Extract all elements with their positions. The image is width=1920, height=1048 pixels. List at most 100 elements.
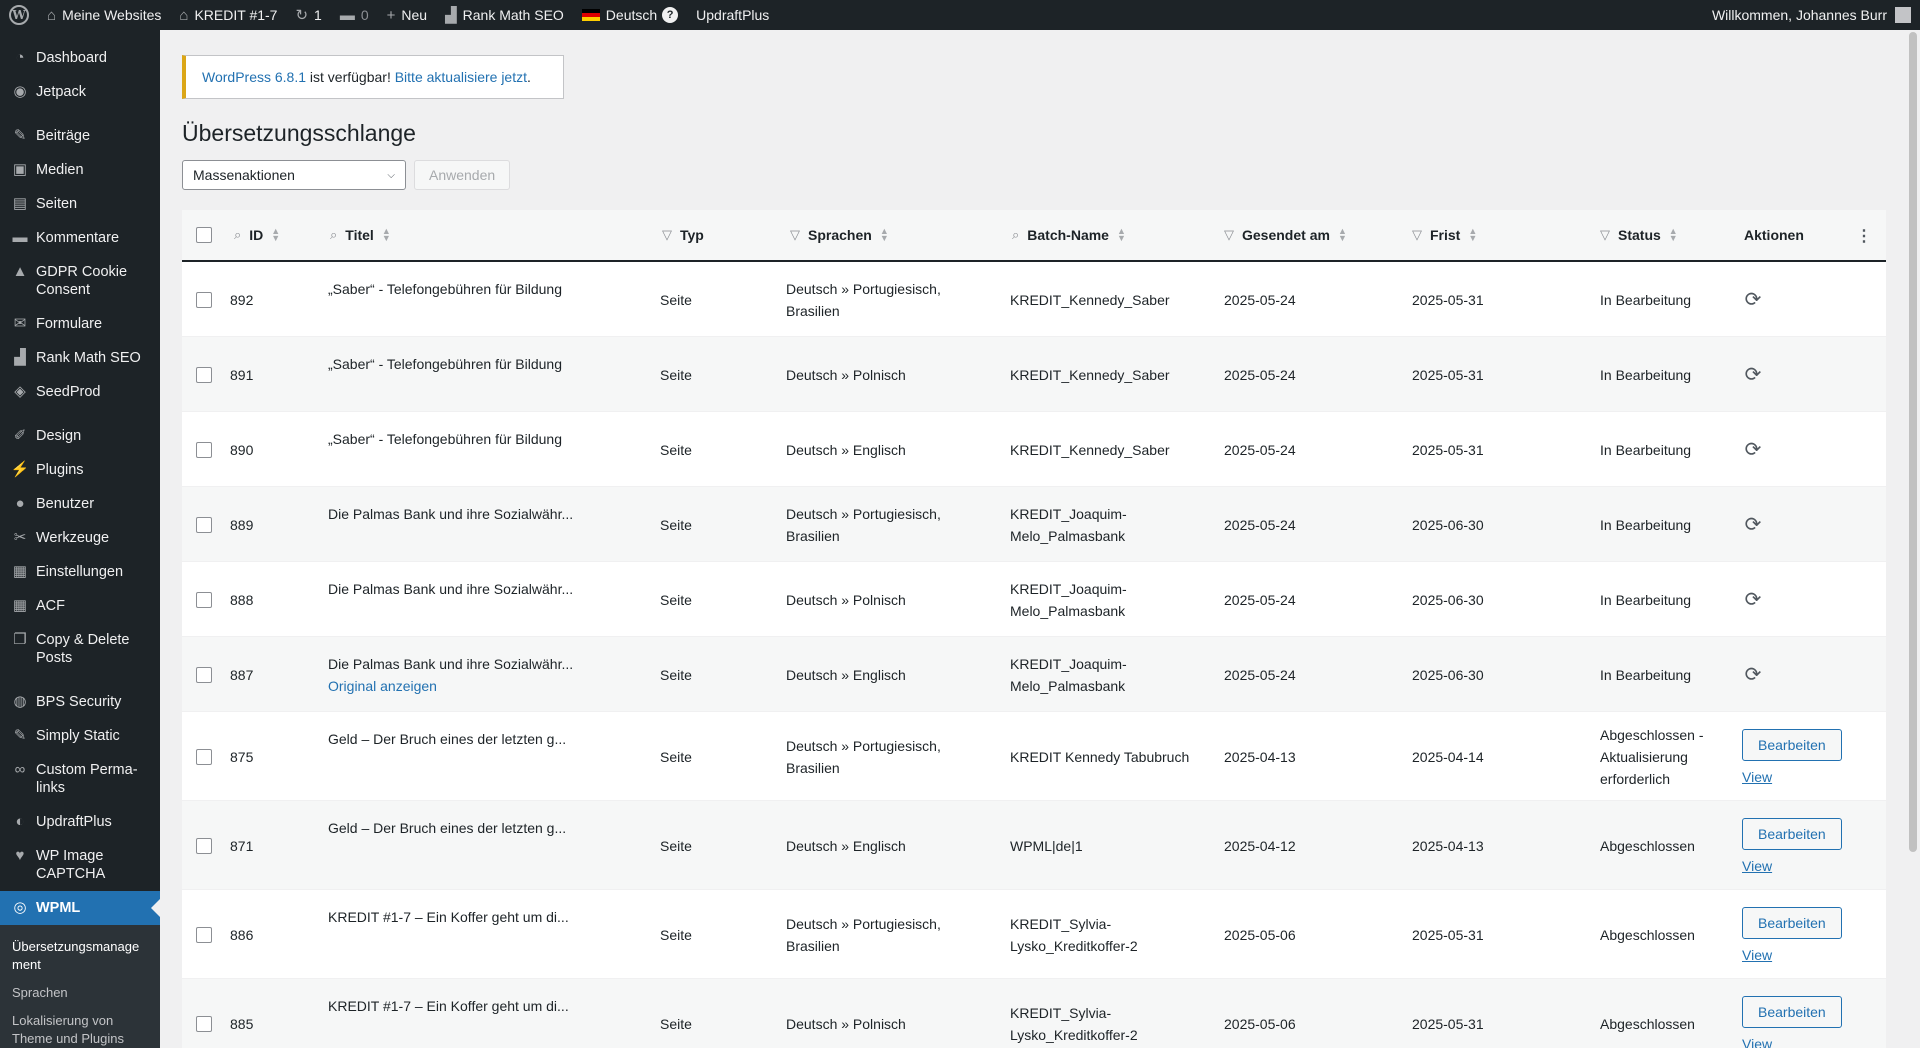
sidebar-item-plugins[interactable]: ⚡ Plugins bbox=[0, 453, 160, 487]
refresh-icon[interactable]: ⟳ bbox=[1742, 664, 1764, 686]
row-checkbox[interactable] bbox=[196, 979, 212, 1048]
view-link[interactable]: View bbox=[1742, 769, 1772, 785]
header-languages[interactable]: ▽ Sprachen ▲ ▼ bbox=[790, 227, 889, 244]
sidebar-item-kommentare[interactable]: ▬ Kommentare bbox=[0, 221, 160, 255]
rank-math-menu[interactable]: ▟ Rank Math SEO bbox=[436, 0, 573, 30]
row-checkbox[interactable] bbox=[196, 637, 212, 712]
sidebar-item-einstellungen[interactable]: ▦ Einstellungen bbox=[0, 555, 160, 589]
checkbox[interactable] bbox=[196, 666, 212, 683]
refresh-icon[interactable]: ⟳ bbox=[1742, 514, 1764, 536]
checkbox[interactable] bbox=[196, 516, 212, 533]
cell-actions: ⟳ bbox=[1742, 637, 1764, 712]
show-original-link[interactable]: Original anzeigen bbox=[328, 675, 437, 697]
view-link[interactable]: View bbox=[1742, 1036, 1772, 1048]
row-checkbox[interactable] bbox=[196, 562, 212, 637]
sidebar-item-acf[interactable]: ▦ ACF bbox=[0, 589, 160, 623]
my-sites-menu[interactable]: ⌂ Meine Websites bbox=[38, 0, 170, 30]
row-checkbox[interactable] bbox=[196, 487, 212, 562]
sidebar-item-werkzeuge[interactable]: ✂ Werkzeuge bbox=[0, 521, 160, 555]
view-link[interactable]: View bbox=[1742, 858, 1772, 874]
edit-button[interactable]: Bearbeiten bbox=[1742, 817, 1842, 850]
sidebar-item-bps-security[interactable]: ◍ BPS Security bbox=[0, 685, 160, 719]
header-type[interactable]: ▽ Typ bbox=[662, 227, 704, 243]
row-checkbox[interactable] bbox=[196, 712, 212, 801]
row-checkbox[interactable] bbox=[196, 890, 212, 979]
cell-type-text: Seite bbox=[660, 837, 692, 854]
sidebar-item-rank-math-seo[interactable]: ▟ Rank Math SEO bbox=[0, 341, 160, 375]
sidebar-item-copy-delete-posts[interactable]: ❐ Copy & Delete Posts bbox=[0, 623, 160, 675]
update-now-link[interactable]: Bitte aktualisiere jetzt bbox=[395, 69, 527, 85]
submenu-languages[interactable]: Sprachen bbox=[0, 979, 160, 1007]
refresh-icon[interactable]: ⟳ bbox=[1742, 289, 1764, 311]
updates-menu[interactable]: ↻ 1 bbox=[286, 0, 330, 30]
checkbox[interactable] bbox=[196, 926, 212, 943]
cell-status-text: In Bearbeitung bbox=[1600, 441, 1692, 458]
row-checkbox[interactable] bbox=[196, 412, 212, 487]
cell-languages: Deutsch » Portugiesisch, Brasilien bbox=[786, 262, 966, 337]
sidebar-item-dashboard[interactable]: ◔ Dashboard bbox=[0, 41, 160, 75]
sidebar-item-seiten[interactable]: ▤ Seiten bbox=[0, 187, 160, 221]
header-deadline[interactable]: ▽ Frist ▲ ▼ bbox=[1412, 227, 1477, 244]
cell-status-text: In Bearbeitung bbox=[1600, 366, 1692, 383]
wp-logo-menu[interactable]: W bbox=[0, 0, 38, 30]
sidebar-item-wp-image-captcha[interactable]: ♥ WP Image CAPTCHA bbox=[0, 839, 160, 891]
new-content-menu[interactable]: + Neu bbox=[378, 0, 436, 30]
header-status[interactable]: ▽ Status ▲ ▼ bbox=[1600, 227, 1678, 244]
refresh-icon[interactable]: ⟳ bbox=[1742, 439, 1764, 461]
checkbox[interactable] bbox=[196, 441, 212, 458]
site-name-menu[interactable]: ⌂ KREDIT #1-7 bbox=[170, 0, 286, 30]
sidebar-item-beiträge[interactable]: ✎ Beiträge bbox=[0, 119, 160, 153]
sidebar-item-gdpr-cookie-consent[interactable]: ▲ GDPR Cookie Consent bbox=[0, 255, 160, 307]
row-checkbox[interactable] bbox=[196, 801, 212, 890]
row-checkbox[interactable] bbox=[196, 262, 212, 337]
checkbox[interactable] bbox=[196, 366, 212, 383]
account-menu[interactable]: Willkommen, Johannes Burr bbox=[1703, 0, 1920, 30]
checkbox[interactable] bbox=[196, 291, 212, 308]
bulk-action-select[interactable]: Massenaktionen ⌵ bbox=[182, 160, 406, 190]
site-name-label: KREDIT #1-7 bbox=[194, 7, 278, 23]
checkbox[interactable] bbox=[196, 837, 212, 854]
updraftplus-menu[interactable]: UpdraftPlus bbox=[687, 0, 778, 30]
page-scrollbar[interactable] bbox=[1906, 30, 1920, 1048]
edit-button[interactable]: Bearbeiten bbox=[1742, 995, 1842, 1028]
apply-button[interactable]: Anwenden bbox=[414, 160, 511, 190]
welcome-label: Willkommen, Johannes Burr bbox=[1711, 7, 1887, 23]
checkbox[interactable] bbox=[196, 591, 212, 608]
refresh-icon[interactable]: ⟳ bbox=[1742, 364, 1764, 386]
cell-id: 890 bbox=[230, 412, 253, 487]
header-sent[interactable]: ▽ Gesendet am ▲ ▼ bbox=[1224, 227, 1347, 244]
sidebar-item-seedprod[interactable]: ◈ SeedProd bbox=[0, 375, 160, 409]
sidebar-item-custom-perma-links[interactable]: ∞ Custom Perma-links bbox=[0, 753, 160, 805]
submenu-translation-management[interactable]: Übersetzungsmanage ment bbox=[0, 933, 160, 979]
view-link[interactable]: View bbox=[1742, 947, 1772, 963]
settings-icon: ▦ bbox=[12, 563, 28, 580]
wordpress-version-link[interactable]: WordPress 6.8.1 bbox=[202, 69, 306, 85]
checkbox[interactable] bbox=[196, 748, 212, 765]
submenu-theme-plugin-localization[interactable]: Lokalisierung von Theme und Plugins bbox=[0, 1007, 160, 1048]
sidebar-item-formulare[interactable]: ✉ Formulare bbox=[0, 307, 160, 341]
cell-status-text: Abgeschlossen bbox=[1600, 926, 1695, 943]
sidebar-item-medien[interactable]: ▣ Medien bbox=[0, 153, 160, 187]
row-checkbox[interactable] bbox=[196, 337, 212, 412]
select-all-checkbox[interactable] bbox=[196, 227, 212, 243]
scrollbar-thumb[interactable] bbox=[1909, 32, 1917, 852]
sidebar-item-design[interactable]: ✐ Design bbox=[0, 419, 160, 453]
sidebar-item-simply-static[interactable]: ✎ Simply Static bbox=[0, 719, 160, 753]
header-batch[interactable]: ⌕ Batch-Name ▲ ▼ bbox=[1012, 227, 1126, 244]
sidebar-item-label: GDPR Cookie Consent bbox=[36, 264, 128, 298]
checkbox[interactable] bbox=[196, 1015, 212, 1032]
sidebar-item-benutzer[interactable]: ● Benutzer bbox=[0, 487, 160, 521]
language-switcher[interactable]: Deutsch? bbox=[573, 0, 687, 30]
sidebar-item-updraftplus[interactable]: ◐ UpdraftPlus bbox=[0, 805, 160, 839]
cell-sent: 2025-05-24 bbox=[1224, 637, 1296, 712]
edit-button[interactable]: Bearbeiten bbox=[1742, 728, 1842, 761]
help-icon[interactable]: ? bbox=[662, 7, 679, 23]
header-id[interactable]: ⌕ ID ▲ ▼ bbox=[234, 227, 280, 244]
column-options-icon[interactable]: ⋮ bbox=[1856, 226, 1872, 246]
sidebar-item-wpml[interactable]: ◎ WPML bbox=[0, 891, 160, 925]
edit-button[interactable]: Bearbeiten bbox=[1742, 906, 1842, 939]
header-title[interactable]: ⌕ Titel ▲ ▼ bbox=[330, 227, 391, 244]
refresh-icon[interactable]: ⟳ bbox=[1742, 589, 1764, 611]
comments-menu[interactable]: ▬ 0 bbox=[331, 0, 378, 30]
sidebar-item-jetpack[interactable]: ◉ Jetpack bbox=[0, 75, 160, 109]
